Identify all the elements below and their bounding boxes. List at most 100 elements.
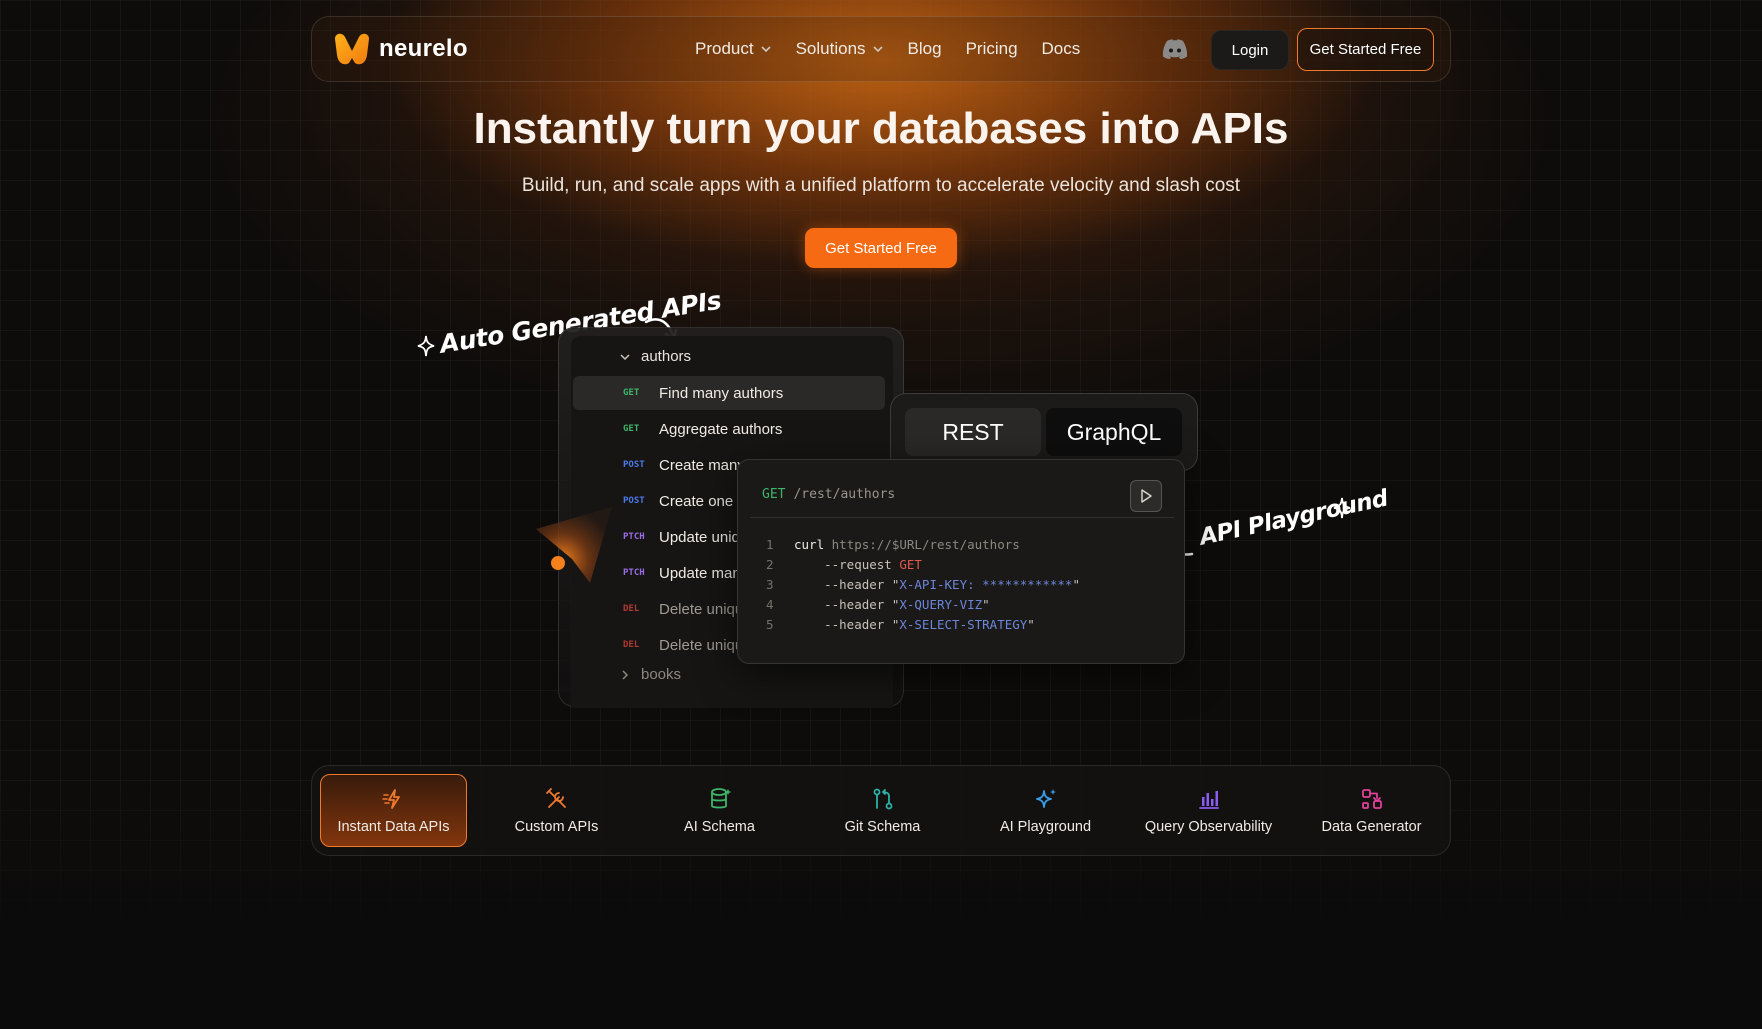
code-token: curl (794, 537, 832, 552)
code-token: " (982, 597, 990, 612)
api-item-label: Create many (659, 456, 745, 474)
line-number: 5 (766, 617, 774, 632)
feature-custom-apis[interactable]: Custom APIs (483, 774, 630, 847)
feature-label: Custom APIs (514, 818, 599, 835)
top-navbar: neurelo Product Solutions Blog Pricing D… (311, 16, 1451, 82)
nav-product[interactable]: Product (695, 39, 772, 59)
request-method: GET (762, 487, 786, 502)
code-token: --request (794, 557, 900, 572)
code-line: 1 curl https://$URL/rest/authors (766, 537, 1080, 557)
nav-solutions-label: Solutions (795, 39, 866, 58)
line-number: 4 (766, 597, 774, 612)
chevron-down-icon (620, 353, 630, 360)
nav-blog-label: Blog (907, 39, 942, 58)
discord-icon[interactable] (1162, 37, 1188, 61)
run-button[interactable] (1130, 480, 1162, 512)
method-badge: POST (623, 460, 645, 470)
sparkle-icon (417, 335, 435, 357)
api-item-label: Aggregate authors (659, 420, 783, 438)
nav-pricing-label: Pricing (965, 39, 1018, 58)
method-badge: GET (623, 424, 640, 434)
api-playground-panel: GET /rest/authors 1 curl https://$URL/res… (737, 459, 1185, 664)
tools-icon (545, 787, 566, 808)
code-token: " (1027, 617, 1035, 632)
nav-docs-label: Docs (1041, 39, 1081, 58)
feature-query-observability[interactable]: Query Observability (1135, 774, 1282, 847)
code-token: " (1072, 577, 1080, 592)
method-badge: DEL (623, 640, 640, 650)
method-badge: GET (623, 388, 640, 398)
method-badge: POST (623, 496, 645, 506)
feature-label: AI Schema (684, 818, 755, 835)
feature-label: Data Generator (1321, 818, 1422, 835)
chevron-right-icon (622, 669, 629, 680)
group-label: authors (641, 348, 692, 365)
nav-blog[interactable]: Blog (908, 39, 942, 59)
brand-name: neurelo (379, 35, 468, 62)
lightning-icon (381, 788, 400, 809)
code-token: --header " (794, 597, 900, 612)
feature-instant-data-apis[interactable]: Instant Data APIs (320, 774, 467, 847)
code-token: https://$URL/rest/authors (831, 537, 1020, 552)
code-token: X-SELECT-STRATEGY (899, 617, 1028, 632)
line-number: 1 (766, 537, 774, 552)
feature-ai-schema[interactable]: AI Schema (646, 774, 793, 847)
method-badge: PTCH (623, 568, 645, 578)
api-item[interactable]: GET Find many authors (573, 376, 885, 410)
code-line: 4 --header " X-QUERY-VIZ " (766, 597, 1080, 617)
api-item[interactable]: GET Aggregate authors (573, 412, 885, 446)
group-authors[interactable]: authors (619, 348, 691, 365)
chevron-down-icon (872, 46, 883, 53)
line-number: 3 (766, 577, 774, 592)
code-block: 1 curl https://$URL/rest/authors 2 --reque… (766, 537, 1080, 637)
nav-docs[interactable]: Docs (1042, 39, 1081, 59)
nav-links: Product Solutions Blog Pricing Docs (695, 17, 1104, 81)
group-books[interactable]: books (619, 666, 681, 683)
git-branch-icon (873, 788, 892, 809)
brand-logo[interactable]: neurelo (331, 31, 468, 67)
method-badge: DEL (623, 604, 640, 614)
code-token: --header " (794, 617, 900, 632)
code-token: X-QUERY-VIZ (899, 597, 983, 612)
feature-ai-playground[interactable]: AI Playground (972, 774, 1119, 847)
line-number: 2 (766, 557, 774, 572)
code-line: 5 --header " X-SELECT-STRATEGY " (766, 617, 1080, 637)
nav-product-label: Product (695, 39, 754, 58)
code-token: --header " (794, 577, 900, 592)
api-item-label: Delete uniqu (659, 600, 744, 618)
sparkle-icon (1333, 497, 1351, 519)
bar-chart-icon (1198, 790, 1219, 809)
hero-title: Instantly turn your databases into APIs (473, 104, 1289, 153)
nav-pricing[interactable]: Pricing (966, 39, 1018, 59)
tab-graphql[interactable]: GraphQL (1046, 408, 1182, 456)
api-item-label: Update many (659, 564, 749, 582)
group-label: books (641, 666, 682, 683)
code-token: GET (899, 557, 922, 572)
request-path: /rest/authors (793, 487, 896, 502)
feature-tabs: Instant Data APIs Custom APIs AI Schema … (311, 765, 1451, 856)
feature-label: Git Schema (844, 818, 921, 835)
hero-subtitle: Build, run, and scale apps with a unifie… (521, 175, 1241, 196)
api-item-label: Delete uniqu (659, 636, 744, 654)
feature-label: Instant Data APIs (337, 818, 450, 835)
nav-solutions[interactable]: Solutions (796, 39, 884, 59)
request-url-bar[interactable]: GET /rest/authors (750, 472, 1174, 518)
feature-data-generator[interactable]: Data Generator (1298, 774, 1445, 847)
database-icon (710, 787, 731, 808)
neurelo-logo-icon (335, 33, 369, 65)
feature-label: Query Observability (1144, 818, 1273, 835)
tab-rest[interactable]: REST (905, 408, 1041, 456)
login-button[interactable]: Login (1211, 30, 1289, 70)
method-badge: PTCH (623, 532, 645, 542)
code-token: X-API-KEY: ************ (899, 577, 1073, 592)
cursor-pointer-icon (536, 507, 612, 583)
chevron-down-icon (761, 46, 771, 53)
play-icon (1141, 489, 1152, 503)
feature-label: AI Playground (999, 818, 1092, 835)
data-generator-icon (1361, 788, 1382, 809)
api-item-label: Update uniq (659, 528, 740, 546)
nav-get-started-button[interactable]: Get Started Free (1297, 28, 1434, 71)
hero-get-started-button[interactable]: Get Started Free (805, 228, 957, 268)
api-item-label: Find many authors (659, 384, 784, 402)
feature-git-schema[interactable]: Git Schema (809, 774, 956, 847)
